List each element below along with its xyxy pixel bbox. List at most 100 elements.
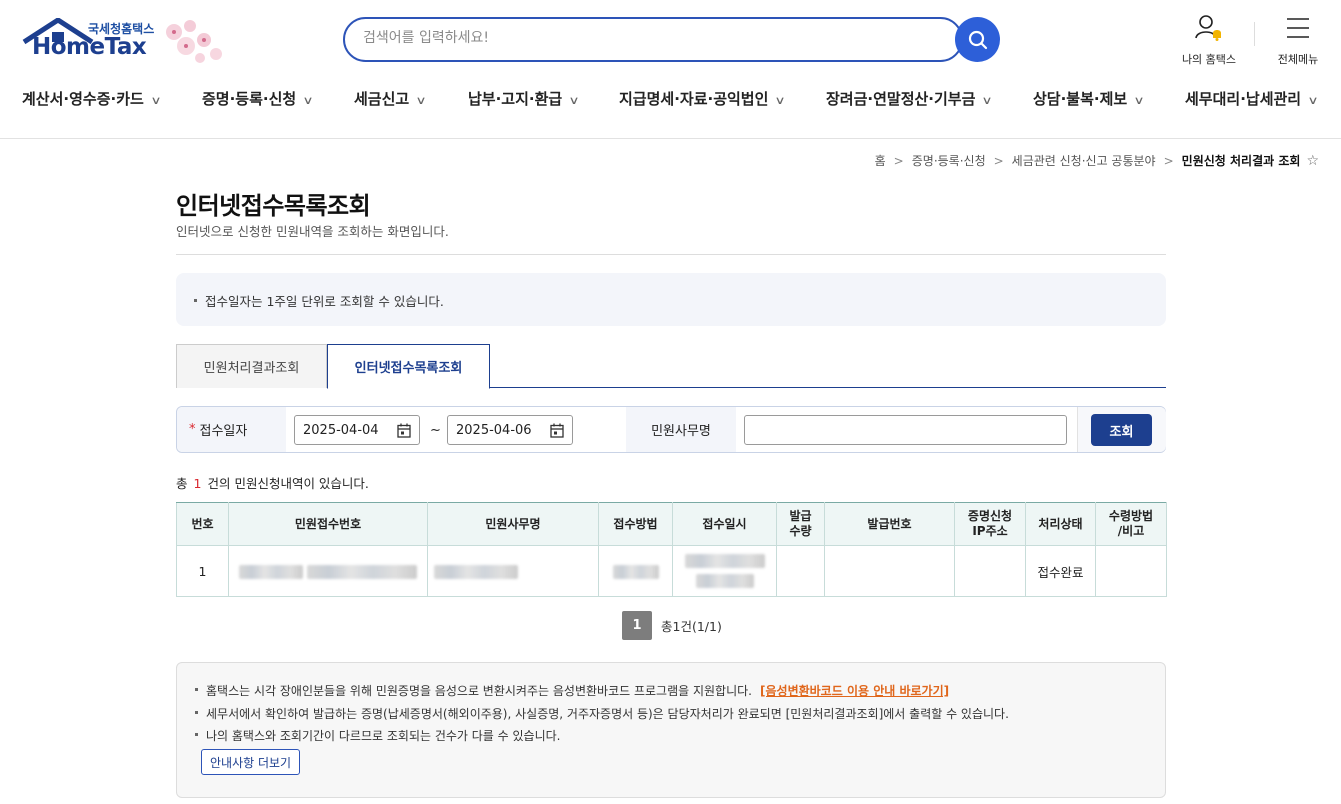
favorite-star-icon[interactable]: ☆ xyxy=(1306,153,1319,169)
redacted-text xyxy=(306,564,417,579)
header-divider xyxy=(1254,22,1255,46)
hometax-logo[interactable]: 국세청홈택스 HomeTax xyxy=(22,16,232,68)
office-name-input[interactable] xyxy=(744,415,1067,445)
bullet-icon xyxy=(194,299,197,302)
office-name-label: 민원사무명 xyxy=(626,407,736,452)
calendar-icon[interactable] xyxy=(397,423,411,438)
gnb-item-statement[interactable]: 지급명세·자료·공익법인 ∨ xyxy=(619,88,787,109)
search-button[interactable] xyxy=(955,17,1000,62)
tab-civil-result[interactable]: 민원처리결과조회 xyxy=(176,344,327,388)
column-header: 증명신청 IP주소 xyxy=(954,502,1026,546)
date-from-field[interactable]: 2025-04-04 xyxy=(294,415,420,445)
redacted-text xyxy=(239,564,303,579)
title-divider xyxy=(176,254,1166,255)
breadcrumb-current: 민원신청 처리결과 조회 xyxy=(1181,154,1301,168)
my-hometax-label: 나의 홈택스 xyxy=(1181,53,1237,66)
column-header: 발급번호 xyxy=(824,502,955,546)
my-hometax-link[interactable]: 나의 홈택스 xyxy=(1174,14,1244,67)
breadcrumb-home[interactable]: 홈 xyxy=(875,154,886,168)
chevron-down-icon: ∨ xyxy=(415,94,427,107)
all-menu-button[interactable]: 전체메뉴 xyxy=(1268,14,1328,67)
global-search-input[interactable] xyxy=(363,30,923,46)
ip-address-cell xyxy=(954,545,1026,597)
receipt-date-label: * 접수일자 xyxy=(177,407,286,452)
chevron-down-icon: ∨ xyxy=(774,94,787,107)
gnb-item-label: 장려금·연말정산·기부금 xyxy=(826,90,976,108)
chevron-down-icon: ∨ xyxy=(981,94,994,107)
breadcrumb-level2[interactable]: 세금관련 신청·신고 공통분야 xyxy=(1012,154,1156,168)
gnb-item-payment[interactable]: 납부·고지·환급 ∨ xyxy=(468,88,580,109)
redacted-text xyxy=(612,564,659,579)
logo-title: HomeTax xyxy=(32,34,147,60)
bullet-icon xyxy=(195,733,198,736)
column-header: 수령방법 /비고 xyxy=(1095,502,1167,546)
chevron-down-icon: ∨ xyxy=(568,94,580,107)
tab-bar: 민원처리결과조회 인터넷접수목록조회 xyxy=(176,344,1166,389)
date-to-field[interactable]: 2025-04-06 xyxy=(447,415,573,445)
receipt-number-cell[interactable] xyxy=(228,545,428,597)
table-header-row: 번호 민원접수번호 민원사무명 접수방법 접수일시 발급 수량 발급번호 증명신… xyxy=(176,502,1167,546)
chevron-right-icon: > xyxy=(1163,154,1174,168)
gnb-item-label: 납부·고지·환급 xyxy=(468,90,563,108)
gnb-item-certificate[interactable]: 증명·등록·신청 ∨ xyxy=(202,88,314,109)
all-menu-label: 전체메뉴 xyxy=(1277,53,1319,66)
receipt-method-cell xyxy=(598,545,673,597)
bullet-icon xyxy=(195,711,198,714)
tab-internet-receipt-list[interactable]: 인터넷접수목록조회 xyxy=(327,344,490,389)
redacted-text xyxy=(434,564,518,579)
count-suffix: 건의 민원신청내역이 있습니다. xyxy=(207,476,369,491)
inquiry-button[interactable]: 조회 xyxy=(1091,414,1152,446)
gnb-item-label: 세금신고 xyxy=(354,90,410,108)
gnb-item-consult[interactable]: 상담·불복·제보 ∨ xyxy=(1033,88,1145,109)
issue-number-cell xyxy=(824,545,955,597)
bullet-icon xyxy=(195,688,198,691)
gnb-item-label: 상담·불복·제보 xyxy=(1033,90,1128,108)
row-number: 1 xyxy=(176,545,229,597)
notice-text: 접수일자는 1주일 단위로 조회할 수 있습니다. xyxy=(205,294,444,309)
hamburger-menu-icon xyxy=(1287,18,1309,38)
column-header: 발급 수량 xyxy=(776,502,825,546)
gnb-item-invoice[interactable]: 계산서·영수증·카드 ∨ xyxy=(22,88,162,109)
calendar-icon[interactable] xyxy=(550,423,564,438)
voice-barcode-guide-link[interactable]: [음성변환바코드 이용 안내 바로가기] xyxy=(760,684,949,698)
chevron-right-icon: > xyxy=(893,154,904,168)
receipt-list-table: 번호 민원접수번호 민원사무명 접수방법 접수일시 발급 수량 발급번호 증명신… xyxy=(176,502,1167,597)
info-line-1: 홈택스는 시각 장애인분들을 위해 민원증명을 음성으로 변환시켜주는 음성변환… xyxy=(206,684,752,698)
info-box: 홈택스는 시각 장애인분들을 위해 민원증명을 음성으로 변환시켜주는 음성변환… xyxy=(176,662,1166,798)
receipt-date-label-text: 접수일자 xyxy=(199,424,248,439)
date-range-separator: ~ xyxy=(430,423,441,438)
column-header: 접수방법 xyxy=(598,502,673,546)
notice-box: 접수일자는 1주일 단위로 조회할 수 있습니다. xyxy=(176,273,1166,326)
receipt-datetime-cell xyxy=(672,545,777,597)
cherry-blossom-icon xyxy=(166,20,222,63)
redacted-text xyxy=(684,554,765,568)
gnb-item-label: 증명·등록·신청 xyxy=(202,90,297,108)
gnb-item-agent[interactable]: 세무대리·납세관리 ∨ xyxy=(1185,88,1319,109)
gnb-item-label: 세무대리·납세관리 xyxy=(1185,90,1302,108)
count-value: 1 xyxy=(193,476,202,491)
gnb-item-tax-report[interactable]: 세금신고 ∨ xyxy=(354,88,427,109)
table-row[interactable]: 1 접수완료 xyxy=(176,545,1167,597)
chevron-down-icon: ∨ xyxy=(1307,94,1319,107)
search-icon xyxy=(968,30,987,49)
receive-method-cell xyxy=(1095,545,1167,597)
breadcrumb-level1[interactable]: 증명·등록·신청 xyxy=(912,154,986,168)
date-from-value: 2025-04-04 xyxy=(303,422,379,438)
info-line-2: 세무서에서 확인하여 발급하는 증명(납세증명서(해외이주용), 사실증명, 거… xyxy=(206,707,1009,721)
chevron-down-icon: ∨ xyxy=(150,94,162,107)
more-info-button[interactable]: 안내사항 더보기 xyxy=(201,749,301,775)
count-prefix: 총 xyxy=(176,476,188,491)
column-header: 민원사무명 xyxy=(427,502,599,546)
search-button-area: 조회 xyxy=(1077,407,1166,452)
info-line-3: 나의 홈택스와 조회기간이 다르므로 조회되는 건수가 다를 수 있습니다. xyxy=(206,729,561,743)
chevron-down-icon: ∨ xyxy=(1133,94,1145,107)
page-title: 인터넷접수목록조회 xyxy=(176,192,371,220)
site-header: 국세청홈택스 HomeTax 나의 홈택스 xyxy=(0,0,1341,139)
page-number-button[interactable]: 1 xyxy=(622,611,652,640)
page-description: 인터넷으로 신청한 민원내역을 조회하는 화면입니다. xyxy=(176,224,449,239)
main-navigation: 계산서·영수증·카드 ∨ 증명·등록·신청 ∨ 세금신고 ∨ 납부·고지·환급 ∨ 지급… xyxy=(0,88,1341,116)
gnb-item-incentive[interactable]: 장려금·연말정산·기부금 ∨ xyxy=(826,88,994,109)
redacted-text xyxy=(695,574,754,588)
column-header: 처리상태 xyxy=(1025,502,1096,546)
chevron-right-icon: > xyxy=(993,154,1004,168)
